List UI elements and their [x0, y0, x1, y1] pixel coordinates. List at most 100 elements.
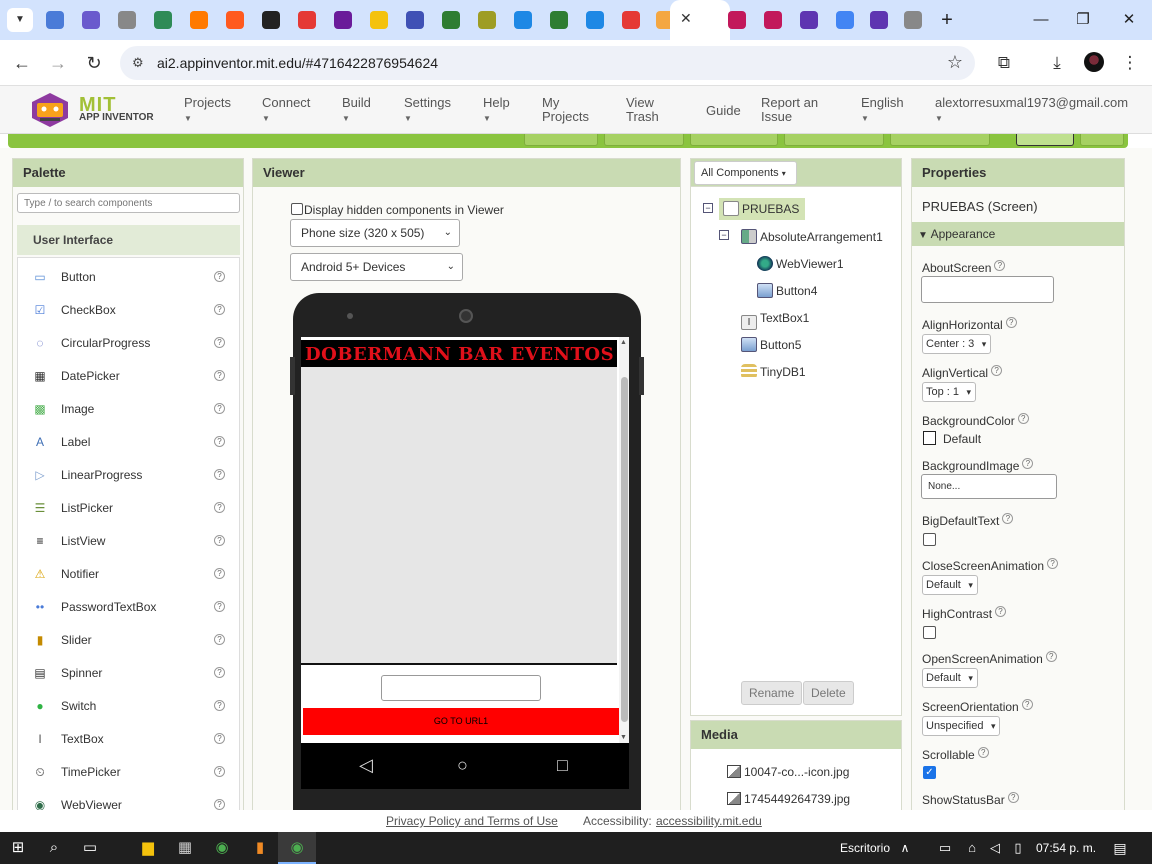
tab-favicon-icon[interactable] — [298, 11, 316, 29]
scrollbar-thumb[interactable] — [621, 377, 628, 722]
notifications-icon[interactable]: ▤ — [1110, 838, 1130, 858]
reload-button[interactable]: ↻ — [82, 51, 106, 75]
tab-favicon-icon[interactable] — [550, 11, 568, 29]
restore-button[interactable]: ❐ — [1068, 8, 1098, 32]
tree-item-tinydb1[interactable]: TinyDB1 — [741, 361, 806, 383]
network-icon[interactable]: ⌂ — [962, 838, 982, 858]
tab-favicon-icon[interactable] — [262, 11, 280, 29]
battery-icon[interactable]: ▭ — [935, 838, 955, 858]
palette-item-notifier[interactable]: ⚠ Notifier? — [18, 557, 239, 590]
tab-favicon-icon[interactable] — [622, 11, 640, 29]
new-tab-button[interactable]: + — [932, 8, 962, 32]
power-icon[interactable]: ▯ — [1008, 838, 1028, 858]
scrollable-checkbox[interactable]: ✓ — [923, 766, 936, 779]
phone-size-select[interactable]: Phone size (320 x 505) ⌄ — [290, 219, 460, 247]
extensions-icon[interactable]: ⧉ — [992, 51, 1016, 75]
brand-app-inventor[interactable]: APP INVENTOR — [79, 112, 154, 123]
collapse-icon[interactable]: − — [703, 203, 713, 213]
tab-search-button[interactable]: ▼ — [7, 8, 33, 32]
taskbar-desktop-label[interactable]: Escritorio — [840, 841, 890, 855]
menu-language[interactable]: English ▼ — [861, 96, 904, 126]
device-select[interactable]: Android 5+ Devices ⌄ — [290, 253, 463, 281]
taskbar-clock[interactable]: 07:54 p. m. — [1036, 841, 1096, 855]
background-color-swatch[interactable] — [923, 431, 936, 445]
help-icon[interactable]: ? — [991, 365, 1003, 376]
palette-item-checkbox[interactable]: ☑ CheckBox? — [18, 293, 239, 326]
screen-title-bar[interactable]: DOBERMANN BAR EVENTOS — [301, 337, 617, 367]
palette-item-image[interactable]: ▩ Image? — [18, 392, 239, 425]
tree-item-textbox1[interactable]: I TextBox1 — [741, 307, 809, 330]
tree-item-webviewer1[interactable]: WebViewer1 — [757, 253, 844, 275]
screen-scrollbar[interactable]: ▲ ▼ — [619, 337, 629, 743]
help-icon[interactable]: ? — [214, 436, 225, 447]
help-icon[interactable]: ? — [214, 601, 225, 612]
big-default-text-checkbox[interactable] — [923, 533, 936, 546]
menu-help[interactable]: Help ▼ — [483, 96, 510, 126]
tab-favicon-icon[interactable] — [226, 11, 244, 29]
help-icon[interactable]: ? — [214, 799, 225, 810]
help-icon[interactable]: ? — [214, 766, 225, 777]
menu-view-trash[interactable]: View Trash — [626, 96, 676, 124]
textbox1-preview[interactable] — [381, 675, 541, 701]
blocks-button[interactable] — [1080, 134, 1124, 146]
help-icon[interactable]: ? — [1021, 699, 1033, 710]
toolbar-button[interactable] — [784, 134, 884, 146]
designer-button[interactable] — [1016, 134, 1074, 146]
menu-settings[interactable]: Settings ▼ — [404, 96, 451, 126]
tab-favicon-icon[interactable] — [586, 11, 604, 29]
collapse-icon[interactable]: − — [719, 230, 729, 240]
browser-menu-icon[interactable]: ⋮ — [1118, 51, 1142, 75]
tab-favicon-icon[interactable] — [406, 11, 424, 29]
align-vertical-dropdown[interactable]: Top : 1 — [922, 382, 977, 402]
help-icon[interactable]: ? — [1045, 651, 1057, 662]
background-image-picker[interactable]: None... — [921, 474, 1057, 499]
toolbar-button[interactable] — [690, 134, 778, 146]
screen-orientation-dropdown[interactable]: Unspecified — [922, 716, 1001, 736]
address-bar[interactable]: ⚙ ai2.appinventor.mit.edu/#4716422876954… — [120, 46, 975, 80]
tab-favicon-icon[interactable] — [800, 11, 818, 29]
components-filter-dropdown[interactable]: All Components ▾ — [694, 161, 797, 185]
align-horizontal-dropdown[interactable]: Center : 3 — [922, 334, 992, 354]
help-icon[interactable]: ? — [214, 370, 225, 381]
scroll-down-icon[interactable]: ▼ — [620, 734, 627, 741]
help-icon[interactable]: ? — [214, 271, 225, 282]
go-to-url-button[interactable]: GO TO URL1 — [303, 708, 619, 735]
open-screen-animation-dropdown[interactable]: Default — [922, 668, 978, 688]
menu-build[interactable]: Build ▼ — [342, 96, 371, 126]
high-contrast-checkbox[interactable] — [923, 626, 936, 639]
help-icon[interactable]: ? — [1017, 413, 1029, 424]
palette-item-listpicker[interactable]: ☰ ListPicker? — [18, 491, 239, 524]
tab-favicon-icon[interactable] — [154, 11, 172, 29]
display-hidden-checkbox[interactable] — [291, 203, 303, 215]
about-screen-textarea[interactable] — [921, 276, 1054, 303]
help-icon[interactable]: ? — [214, 304, 225, 315]
app-icon[interactable]: ▮ — [250, 838, 270, 858]
app-inventor-logo-icon[interactable] — [28, 91, 72, 129]
palette-item-textbox[interactable]: I TextBox? — [18, 722, 239, 755]
palette-search-input[interactable] — [17, 193, 240, 213]
palette-item-datepicker[interactable]: ▦ DatePicker? — [18, 359, 239, 392]
toolbar-button[interactable] — [524, 134, 598, 146]
accessibility-link[interactable]: accessibility.mit.edu — [656, 814, 762, 828]
help-icon[interactable]: ? — [994, 260, 1006, 271]
tab-favicon-icon[interactable] — [46, 11, 64, 29]
palette-item-circularprogress[interactable]: ◌ CircularProgress? — [18, 326, 239, 359]
scroll-up-icon[interactable]: ▲ — [620, 339, 627, 346]
tab-favicon-icon[interactable] — [334, 11, 352, 29]
privacy-policy-link[interactable]: Privacy Policy and Terms of Use — [386, 814, 558, 828]
help-icon[interactable]: ? — [995, 606, 1007, 617]
tree-item-pruebas[interactable]: PRUEBAS — [719, 198, 806, 220]
active-tab[interactable] — [670, 0, 730, 40]
chevron-up-icon[interactable]: ∧ — [895, 838, 915, 858]
chrome-icon[interactable]: ◉ — [212, 838, 232, 858]
tab-favicon-icon[interactable] — [82, 11, 100, 29]
palette-item-label[interactable]: A Label? — [18, 425, 239, 458]
tree-item-absolutearrangement1[interactable]: AbsoluteArrangement1 — [741, 226, 883, 248]
media-file[interactable]: 1745449264739.jpg — [727, 792, 850, 806]
close-window-button[interactable]: ✕ — [1114, 8, 1144, 32]
site-info-icon[interactable]: ⚙ — [132, 55, 144, 71]
task-view-icon[interactable]: ▭ — [80, 838, 100, 858]
palette-item-slider[interactable]: ▮ Slider? — [18, 623, 239, 656]
tab-favicon-icon[interactable] — [442, 11, 460, 29]
menu-guide[interactable]: Guide — [706, 104, 741, 118]
